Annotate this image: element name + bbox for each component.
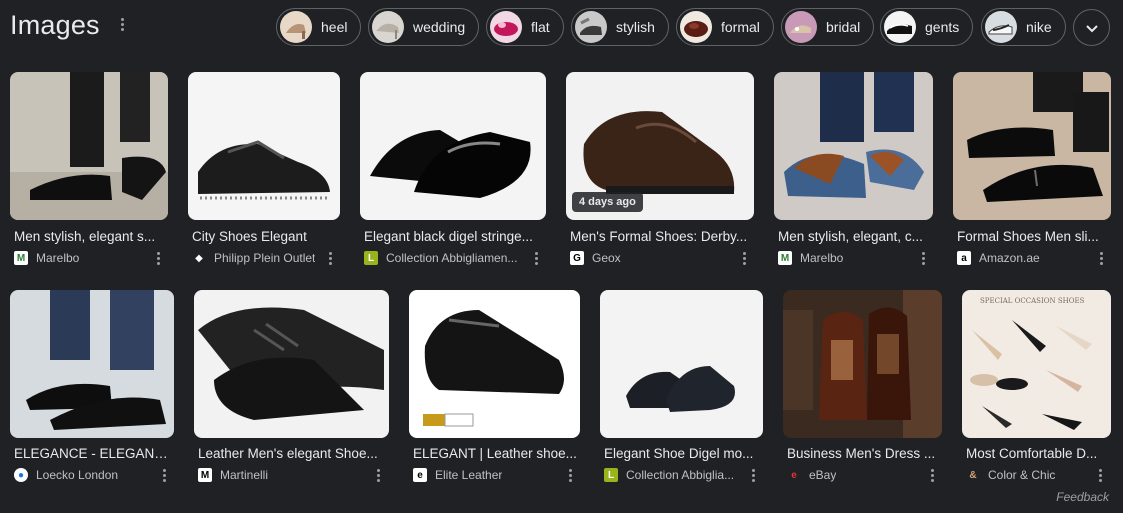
chip-heel[interactable]: heel xyxy=(276,8,362,46)
chip-formal[interactable]: formal xyxy=(676,8,774,46)
result-source[interactable]: a Amazon.ae xyxy=(957,250,1089,266)
result-thumbnail[interactable] xyxy=(774,72,933,220)
chip-label: stylish xyxy=(616,19,655,35)
result-caption[interactable]: ELEGANT | Leather shoe... xyxy=(413,446,579,461)
result-source[interactable]: e eBay xyxy=(787,467,919,483)
result-thumbnail[interactable] xyxy=(188,72,340,220)
result-more-icon[interactable] xyxy=(1097,251,1105,266)
result-caption[interactable]: City Shoes Elegant xyxy=(192,229,340,244)
chip-thumbnail xyxy=(575,11,607,43)
image-overlay-text: SPECIAL OCCASION SHOES xyxy=(980,297,1085,305)
geox-logo-icon: G xyxy=(570,251,584,265)
marelbo-logo-icon: M xyxy=(14,251,28,265)
martinelli-logo-icon: M xyxy=(198,468,212,482)
chip-flat[interactable]: flat xyxy=(486,8,564,46)
result-caption[interactable]: Business Men's Dress ... xyxy=(787,446,939,461)
result-thumbnail[interactable] xyxy=(194,290,389,438)
result-more-icon[interactable] xyxy=(374,468,382,483)
collection-logo-icon: L xyxy=(604,468,618,482)
result-source[interactable]: & Color & Chic xyxy=(966,467,1088,483)
ebay-logo-icon: e xyxy=(787,468,801,482)
marelbo-logo-icon: M xyxy=(778,251,792,265)
result-source[interactable]: M Marelbo xyxy=(14,250,146,266)
result-caption[interactable]: Leather Men's elegant Shoe... xyxy=(198,446,386,461)
chip-thumbnail xyxy=(372,11,404,43)
result-caption[interactable]: Men's Formal Shoes: Derby... xyxy=(570,229,752,244)
result-caption[interactable]: Elegant Shoe Digel mo... xyxy=(604,446,760,461)
elite-leather-logo-icon: e xyxy=(413,468,427,482)
chevron-down-icon xyxy=(1086,25,1098,33)
chip-stylish[interactable]: stylish xyxy=(571,8,669,46)
result-thumbnail[interactable] xyxy=(409,290,580,438)
loecko-logo-icon: ● xyxy=(14,468,28,482)
freshness-badge: 4 days ago xyxy=(572,192,643,212)
result-more-icon[interactable] xyxy=(532,251,540,266)
result-source[interactable]: M Marelbo xyxy=(778,250,910,266)
chip-thumbnail xyxy=(680,11,712,43)
chip-bridal[interactable]: bridal xyxy=(781,8,875,46)
page-title: Images xyxy=(10,10,100,40)
feedback-link[interactable]: Feedback xyxy=(1056,490,1109,504)
result-source[interactable]: e Elite Leather xyxy=(413,467,559,483)
result-thumbnail[interactable]: 4 days ago xyxy=(566,72,754,220)
chip-label: nike xyxy=(1026,19,1052,35)
result-more-icon[interactable] xyxy=(154,251,162,266)
chip-label: wedding xyxy=(413,19,466,35)
chip-label: gents xyxy=(925,19,960,35)
chip-thumbnail xyxy=(280,11,312,43)
more-options-icon[interactable] xyxy=(116,18,128,38)
chip-gents[interactable]: gents xyxy=(880,8,974,46)
images-header: Images heel wedding flat stylish formal … xyxy=(0,0,1123,56)
result-more-icon[interactable] xyxy=(326,251,334,266)
amazon-logo-icon: a xyxy=(957,251,971,265)
result-source[interactable]: L Collection Abbiglia... xyxy=(604,467,740,483)
chip-nike[interactable]: nike xyxy=(981,8,1066,46)
chip-thumbnail xyxy=(490,11,522,43)
result-more-icon[interactable] xyxy=(740,251,748,266)
result-thumbnail[interactable]: SPECIAL OCCASION SHOES xyxy=(962,290,1111,438)
result-more-icon[interactable] xyxy=(1096,468,1104,483)
result-source[interactable]: ● Loecko London xyxy=(14,467,152,483)
chip-thumbnail xyxy=(785,11,817,43)
result-source[interactable]: G Geox xyxy=(570,250,730,266)
collection-logo-icon: L xyxy=(364,251,378,265)
result-source[interactable]: ◆ Philipp Plein Outlet xyxy=(192,250,322,266)
result-source[interactable]: M Martinelli xyxy=(198,467,366,483)
philipp-plein-logo-icon: ◆ xyxy=(192,251,206,265)
chip-wedding[interactable]: wedding xyxy=(368,8,480,46)
chip-thumbnail xyxy=(985,11,1017,43)
result-more-icon[interactable] xyxy=(566,468,574,483)
color-chic-logo-icon: & xyxy=(966,468,980,482)
result-thumbnail[interactable] xyxy=(10,72,168,220)
result-thumbnail[interactable] xyxy=(783,290,942,438)
result-source[interactable]: L Collection Abbigliamen... xyxy=(364,250,526,266)
result-thumbnail[interactable] xyxy=(600,290,763,438)
result-more-icon[interactable] xyxy=(160,468,168,483)
chip-thumbnail xyxy=(884,11,916,43)
result-thumbnail[interactable] xyxy=(10,290,174,438)
chip-label: bridal xyxy=(826,19,861,35)
result-caption[interactable]: Elegant black digel stringe... xyxy=(364,229,542,244)
chip-label: formal xyxy=(721,19,760,35)
result-caption[interactable]: Most Comfortable D... xyxy=(966,446,1108,461)
result-more-icon[interactable] xyxy=(919,251,927,266)
result-caption[interactable]: Formal Shoes Men sli... xyxy=(957,229,1109,244)
result-thumbnail[interactable] xyxy=(360,72,546,220)
chip-label: flat xyxy=(531,19,550,35)
chip-label: heel xyxy=(321,19,348,35)
more-chips-button[interactable] xyxy=(1073,9,1110,46)
result-caption[interactable]: ELEGANCE - ELEGANT... xyxy=(14,446,172,461)
result-caption[interactable]: Men stylish, elegant, c... xyxy=(778,229,930,244)
result-caption[interactable]: Men stylish, elegant s... xyxy=(14,229,166,244)
result-more-icon[interactable] xyxy=(928,468,936,483)
result-more-icon[interactable] xyxy=(749,468,757,483)
result-thumbnail[interactable] xyxy=(953,72,1111,220)
